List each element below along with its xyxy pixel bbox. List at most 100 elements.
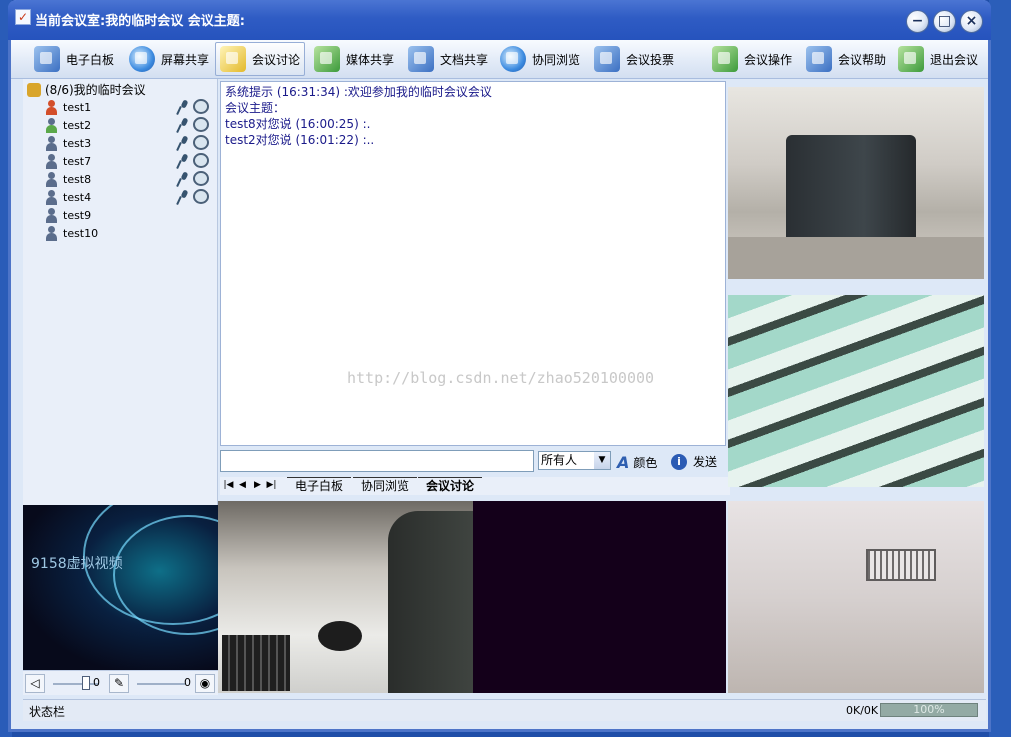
- microphone-icon[interactable]: [177, 154, 189, 168]
- microphone-icon[interactable]: [177, 136, 189, 150]
- participant-name: test4: [63, 190, 92, 204]
- microphone-icon[interactable]: [177, 118, 189, 132]
- recipient-select[interactable]: 所有人 ▼: [538, 451, 611, 470]
- user-icon: [45, 171, 57, 187]
- toolbar-label: 电子白板: [66, 52, 115, 67]
- tab-nav-last[interactable]: ▶|: [265, 479, 278, 492]
- speaker-slider-knob[interactable]: [82, 676, 90, 690]
- chevron-down-icon[interactable]: ▼: [594, 452, 610, 469]
- user-icon: [45, 99, 57, 115]
- vote-icon: [594, 46, 620, 72]
- meeting-ops-icon: [712, 46, 738, 72]
- discussion-icon: [220, 46, 246, 72]
- toolbar-co-browse[interactable]: 协同浏览: [495, 42, 585, 76]
- tab-whiteboard[interactable]: 电子白板: [287, 477, 352, 495]
- audio-controls: ◁ 0 ✎ 0 ◉: [23, 670, 218, 695]
- camera-icon[interactable]: [193, 189, 209, 204]
- tab-nav-next[interactable]: ▶: [251, 479, 264, 492]
- participant-row[interactable]: test10: [45, 224, 215, 242]
- close-button[interactable]: ×: [960, 10, 983, 33]
- video-content: [388, 511, 473, 693]
- speaker-volume: 0: [93, 676, 100, 689]
- camera-icon[interactable]: ◉: [195, 674, 215, 693]
- video-content: [222, 635, 290, 691]
- microphone-icon[interactable]: [177, 100, 189, 114]
- participant-row[interactable]: test8: [45, 170, 215, 188]
- camera-icon[interactable]: [193, 153, 209, 168]
- color-button[interactable]: A 颜色: [617, 453, 657, 472]
- toolbar-screen-share[interactable]: 屏幕共享: [124, 42, 214, 76]
- window-title: 当前会议室:我的临时会议 会议主题:: [35, 14, 245, 29]
- participant-name: test7: [63, 154, 92, 168]
- tab-discussion[interactable]: 会议讨论: [418, 477, 483, 495]
- toolbar-exit[interactable]: 退出会议: [893, 42, 983, 76]
- toolbar-meeting-ops[interactable]: 会议操作: [707, 42, 797, 76]
- app-icon: ✓: [15, 9, 31, 25]
- meeting-tree-root[interactable]: (8/6)我的临时会议: [27, 81, 146, 98]
- chat-line: test2对您说 (16:01:22) :..: [225, 133, 375, 147]
- video-feed-4[interactable]: [218, 501, 473, 693]
- tab-co-browse[interactable]: 协同浏览: [353, 477, 418, 495]
- mic-slider[interactable]: [137, 683, 185, 685]
- toolbar-document-share[interactable]: 文档共享: [403, 42, 493, 76]
- user-icon: [45, 135, 57, 151]
- send-label: 发送: [693, 455, 718, 469]
- video-feed-1[interactable]: [728, 87, 984, 279]
- participant-row[interactable]: test7: [45, 152, 215, 170]
- participant-row[interactable]: test2: [45, 116, 215, 134]
- virtual-video-label: 9158虚拟视频: [31, 556, 123, 572]
- meeting-icon: [27, 82, 41, 97]
- chat-line: 会议主题：: [225, 101, 286, 115]
- participant-name: test10: [63, 226, 99, 240]
- toolbar: 电子白板 屏幕共享 会议讨论 媒体共享 文档共享 协同浏览 会议投票 会议操作: [11, 40, 988, 79]
- video-feed-2[interactable]: [728, 295, 984, 487]
- microphone-icon[interactable]: [177, 190, 189, 204]
- participant-name: test2: [63, 118, 92, 132]
- traffic-counter: 0K/0K: [846, 704, 879, 717]
- toolbar-vote[interactable]: 会议投票: [589, 42, 679, 76]
- toolbar-whiteboard[interactable]: 电子白板: [29, 42, 119, 76]
- participant-panel: (8/6)我的临时会议 test1 test2 test3 test7 test…: [23, 79, 218, 505]
- speaker-icon[interactable]: ◁: [25, 674, 45, 693]
- toolbar-label: 会议讨论: [252, 52, 301, 67]
- toolbar-media-share[interactable]: 媒体共享: [309, 42, 399, 76]
- participant-row[interactable]: test4: [45, 188, 215, 206]
- tab-nav-first[interactable]: |◀: [222, 479, 235, 492]
- meeting-window: ✓ 当前会议室:我的临时会议 会议主题: − □ × 电子白板 屏幕共享 会议讨…: [8, 0, 991, 732]
- toolbar-help[interactable]: 会议帮助: [801, 42, 891, 76]
- chat-log[interactable]: 系统提示 (16:31:34) :欢迎参加我的临时会议会议 会议主题： test…: [220, 81, 726, 446]
- microphone-icon[interactable]: ✎: [109, 674, 129, 693]
- video-content: [318, 621, 362, 651]
- camera-icon[interactable]: [193, 135, 209, 150]
- whiteboard-icon: [34, 46, 60, 72]
- participant-row[interactable]: test9: [45, 206, 215, 224]
- title-bar: ✓ 当前会议室:我的临时会议 会议主题: − □ ×: [8, 0, 991, 40]
- tab-nav-prev[interactable]: ◀: [236, 479, 249, 492]
- chat-input-row: 所有人 ▼ A 颜色 i 发送: [220, 450, 730, 472]
- font-color-icon: A: [617, 453, 630, 472]
- chat-input[interactable]: [220, 450, 534, 472]
- camera-icon[interactable]: [193, 99, 209, 114]
- camera-icon[interactable]: [193, 171, 209, 186]
- participant-row[interactable]: test3: [45, 134, 215, 152]
- status-text: 状态栏: [29, 705, 66, 719]
- progress-bar: 100%: [880, 703, 978, 717]
- video-feed-empty[interactable]: [473, 501, 726, 693]
- toolbar-discussion[interactable]: 会议讨论: [215, 42, 306, 76]
- user-icon: [45, 207, 57, 223]
- send-button[interactable]: i 发送: [671, 453, 717, 470]
- chat-line: test8对您说 (16:00:25) :.: [225, 117, 371, 131]
- video-feed-3[interactable]: [728, 501, 984, 693]
- camera-icon[interactable]: [193, 117, 209, 132]
- recipient-value: 所有人: [541, 453, 578, 467]
- meeting-name: (8/6)我的临时会议: [45, 83, 146, 97]
- maximize-button[interactable]: □: [933, 10, 956, 33]
- minimize-button[interactable]: −: [906, 10, 929, 33]
- participant-row[interactable]: test1: [45, 98, 215, 116]
- local-video[interactable]: 9158虚拟视频: [23, 505, 218, 670]
- help-icon: [806, 46, 832, 72]
- screen-share-icon: [129, 46, 155, 72]
- microphone-icon[interactable]: [177, 172, 189, 186]
- document-share-icon: [408, 46, 434, 72]
- exit-icon: [898, 46, 924, 72]
